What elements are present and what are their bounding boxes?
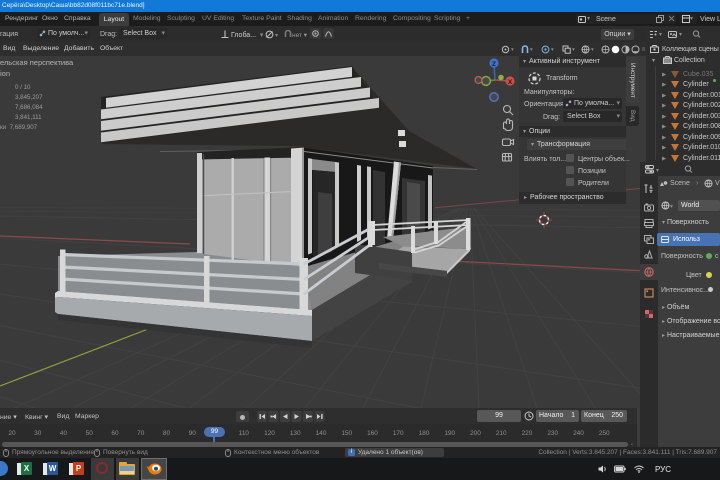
svg-text:X: X	[508, 79, 513, 86]
svg-text:Z: Z	[492, 61, 496, 68]
